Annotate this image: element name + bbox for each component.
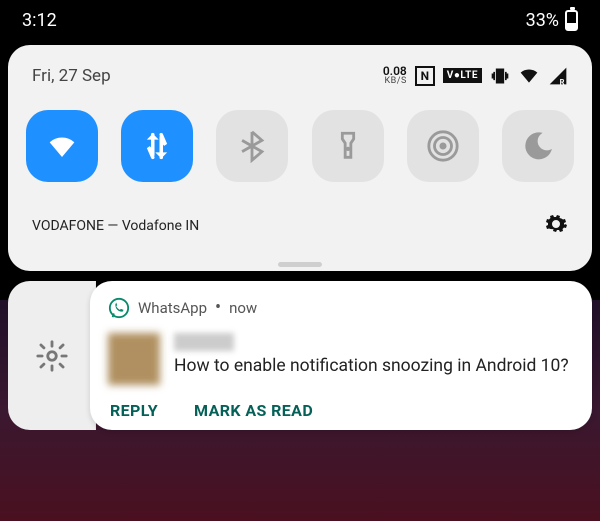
mark-as-read-button[interactable]: MARK AS READ: [194, 401, 313, 420]
cell-signal-icon: R: [548, 66, 568, 86]
reply-button[interactable]: REPLY: [110, 401, 158, 420]
notification-body: How to enable notification snoozing in A…: [174, 355, 574, 379]
svg-text:R: R: [560, 77, 565, 86]
notification-row: WhatsApp • now How to enable notificatio…: [8, 281, 592, 430]
notification-app-name: WhatsApp: [138, 299, 207, 317]
flashlight-tile[interactable]: [312, 110, 384, 182]
status-bar: 3:12 33%: [0, 0, 600, 45]
bluetooth-tile[interactable]: [216, 110, 288, 182]
wifi-signal-icon: [518, 66, 540, 86]
qs-date: Fri, 27 Sep: [32, 66, 111, 86]
dnd-tile[interactable]: [502, 110, 574, 182]
sender-name: [174, 333, 234, 351]
carrier-label: VODAFONE — Vodafone IN: [32, 218, 199, 234]
notification-header: WhatsApp • now: [108, 297, 574, 319]
vibrate-icon: [490, 66, 510, 86]
status-time: 3:12: [22, 10, 57, 31]
hotspot-icon: [426, 129, 460, 163]
notification-settings-strip[interactable]: [8, 281, 96, 430]
settings-button[interactable]: [544, 212, 568, 240]
bluetooth-icon: [235, 129, 269, 163]
volte-icon: V●LTE: [443, 68, 482, 83]
notification-time: now: [229, 299, 257, 317]
mobile-data-tile[interactable]: [121, 110, 193, 182]
drag-handle[interactable]: [278, 262, 322, 267]
gear-icon: [544, 212, 568, 236]
gear-icon: [35, 339, 69, 373]
whatsapp-icon: [108, 297, 130, 319]
data-rate-indicator: 0.08 KB/S: [383, 65, 407, 86]
qs-tiles-row: [26, 86, 574, 206]
nfc-icon: N: [415, 66, 435, 86]
mobile-data-icon: [140, 129, 174, 163]
quick-settings-panel: Fri, 27 Sep 0.08 KB/S N V●LTE R: [8, 45, 592, 271]
battery-percent: 33%: [526, 10, 559, 31]
hotspot-tile[interactable]: [407, 110, 479, 182]
wifi-icon: [45, 129, 79, 163]
battery-icon: [565, 10, 578, 31]
notification-card[interactable]: WhatsApp • now How to enable notificatio…: [90, 281, 592, 430]
qs-status-icons: 0.08 KB/S N V●LTE R: [383, 65, 568, 86]
avatar: [108, 333, 160, 385]
wifi-tile[interactable]: [26, 110, 98, 182]
flashlight-icon: [331, 129, 365, 163]
moon-icon: [521, 129, 555, 163]
